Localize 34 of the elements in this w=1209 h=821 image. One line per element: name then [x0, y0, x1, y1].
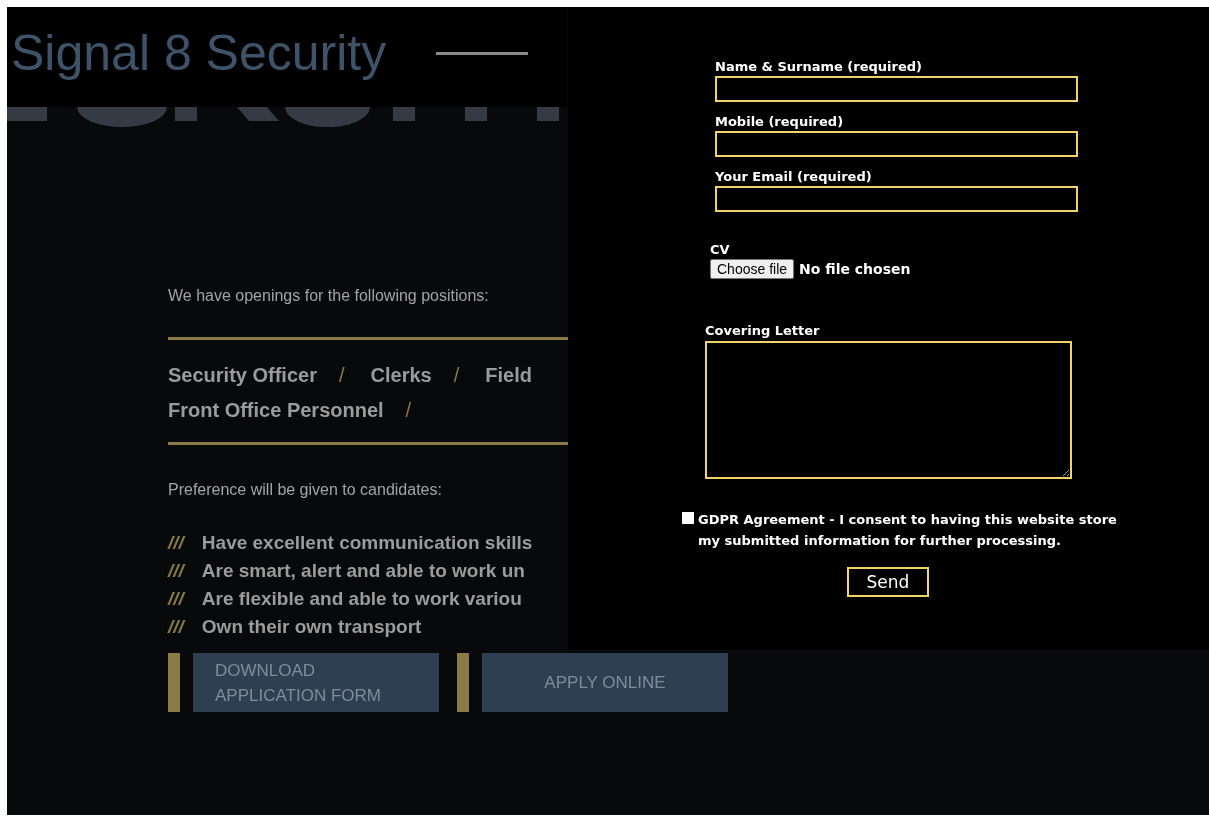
- accent-bar: [168, 653, 180, 712]
- bullet-marker: ///: [168, 532, 184, 554]
- file-status: No file chosen: [799, 261, 911, 277]
- position-name: Security Officer: [168, 364, 317, 387]
- requirement-text: Are flexible and able to work variou: [201, 588, 522, 610]
- covering-letter-field[interactable]: [705, 341, 1072, 479]
- input-field[interactable]: [715, 76, 1078, 102]
- input-field[interactable]: [715, 131, 1078, 157]
- preference-text: Preference will be given to candidates:: [168, 481, 443, 499]
- field-label: CV: [710, 242, 731, 257]
- separator-slash: /: [405, 399, 412, 422]
- site-title: Signal 8 Security: [11, 24, 387, 82]
- intro-text: We have openings for the following positions:: [168, 287, 490, 305]
- separator-slash: /: [338, 364, 345, 387]
- separator-slash: /: [453, 364, 460, 387]
- field-label: Your Email (required): [715, 169, 873, 184]
- field-label: Name & Surname (required): [715, 59, 923, 74]
- requirement-text: Have excellent communication skills: [201, 532, 533, 554]
- send-button[interactable]: Send: [847, 567, 929, 597]
- position-name: Front Office Personnel: [168, 399, 384, 422]
- requirement-text: Own their own transport: [201, 616, 422, 638]
- bullet-marker: ///: [168, 560, 184, 582]
- position-name: Field: [485, 364, 532, 387]
- field-label: Covering Letter: [705, 323, 821, 338]
- position-name: Clerks: [370, 364, 432, 387]
- requirement-text: Are smart, alert and able to work un: [201, 560, 525, 582]
- field-label: Mobile (required): [715, 114, 845, 129]
- input-field[interactable]: [715, 186, 1078, 212]
- bullet-marker: ///: [168, 616, 184, 638]
- bullet-marker: ///: [168, 588, 184, 610]
- accent-bar: [457, 653, 469, 712]
- consent-text: GDPR Agreement - I consent to having this website store my submitted information for further processing.: [698, 511, 1118, 550]
- consent-checkbox[interactable]: [682, 512, 694, 524]
- choose-file-button[interactable]: Choose file: [710, 259, 795, 279]
